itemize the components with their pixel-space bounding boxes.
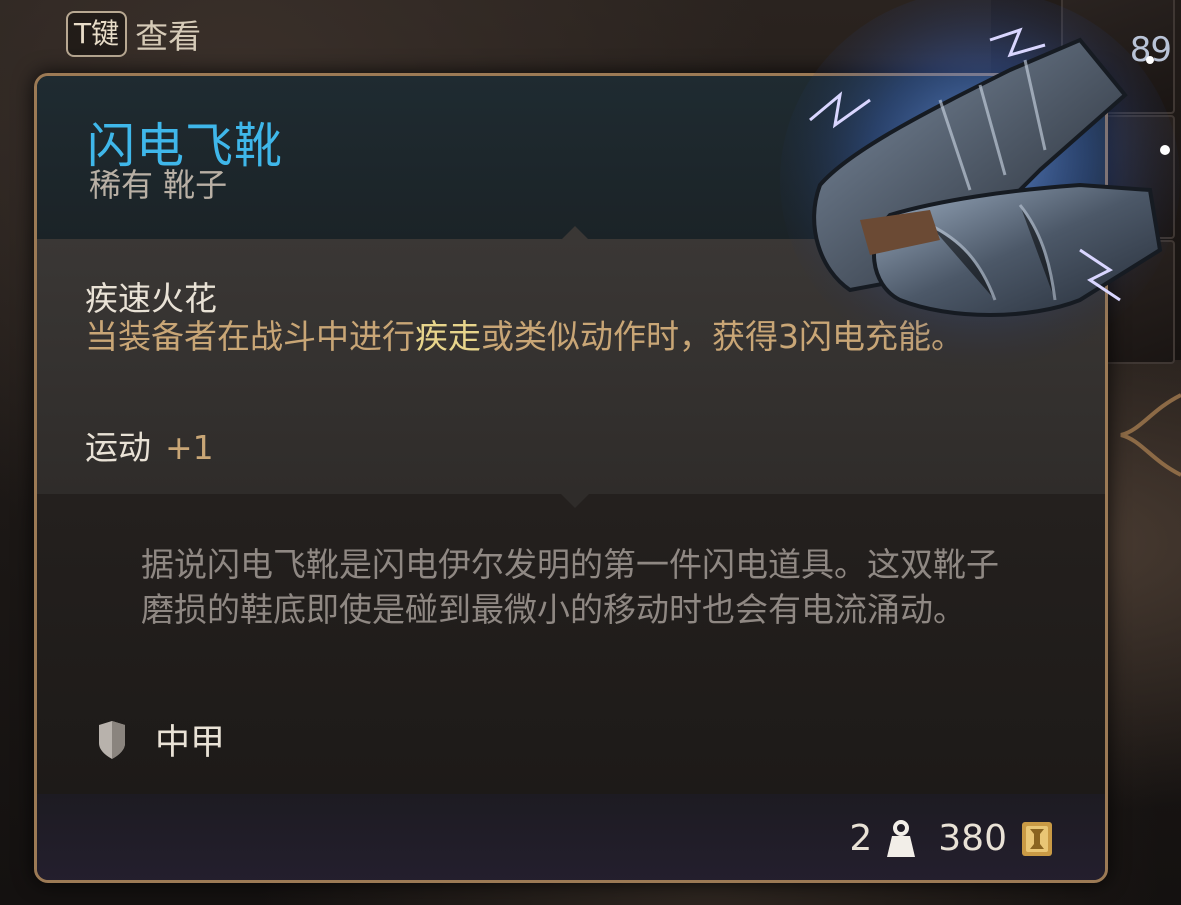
item-stats-footer: 2 380 [849, 818, 1053, 859]
boots-item-image [780, 0, 1180, 370]
gold-coin-icon [1022, 821, 1052, 856]
key-badge: T键 [66, 11, 128, 57]
stat-name: 运动 [85, 428, 151, 467]
gold-value: 380 [938, 818, 1007, 859]
armor-type: 中甲 [97, 714, 225, 765]
weight-value: 2 [849, 818, 873, 859]
item-rarity-type: 稀有 靴子 [89, 166, 228, 204]
effect-keyword[interactable]: 疾走 [415, 317, 481, 356]
armor-type-label: 中甲 [155, 723, 226, 763]
section-divider-notch [561, 494, 589, 508]
effect-title: 疾速火花 [85, 279, 217, 318]
lore-text: 据说闪电飞靴是闪电伊尔发明的第一件闪电道具。这双靴子磨损的鞋底即使是碰到最微小的… [141, 545, 999, 629]
stat-bonus: 运动 +1 [85, 421, 214, 469]
frame-ornament [1120, 393, 1181, 477]
weight-icon [887, 819, 916, 857]
shield-icon [99, 720, 125, 759]
game-screen: 89 T键 查看 闪电飞靴 稀有 靴子 疾速火花 当装备者在战斗中进行疾走或类似… [0, 0, 1181, 905]
inspect-label: 查看 [135, 17, 202, 56]
stat-value: +1 [165, 428, 214, 467]
effect-desc-text: 当装备者在战斗中进行 [85, 317, 415, 356]
section-divider-notch [561, 226, 589, 240]
inspect-hint[interactable]: T键 查看 [66, 10, 201, 58]
